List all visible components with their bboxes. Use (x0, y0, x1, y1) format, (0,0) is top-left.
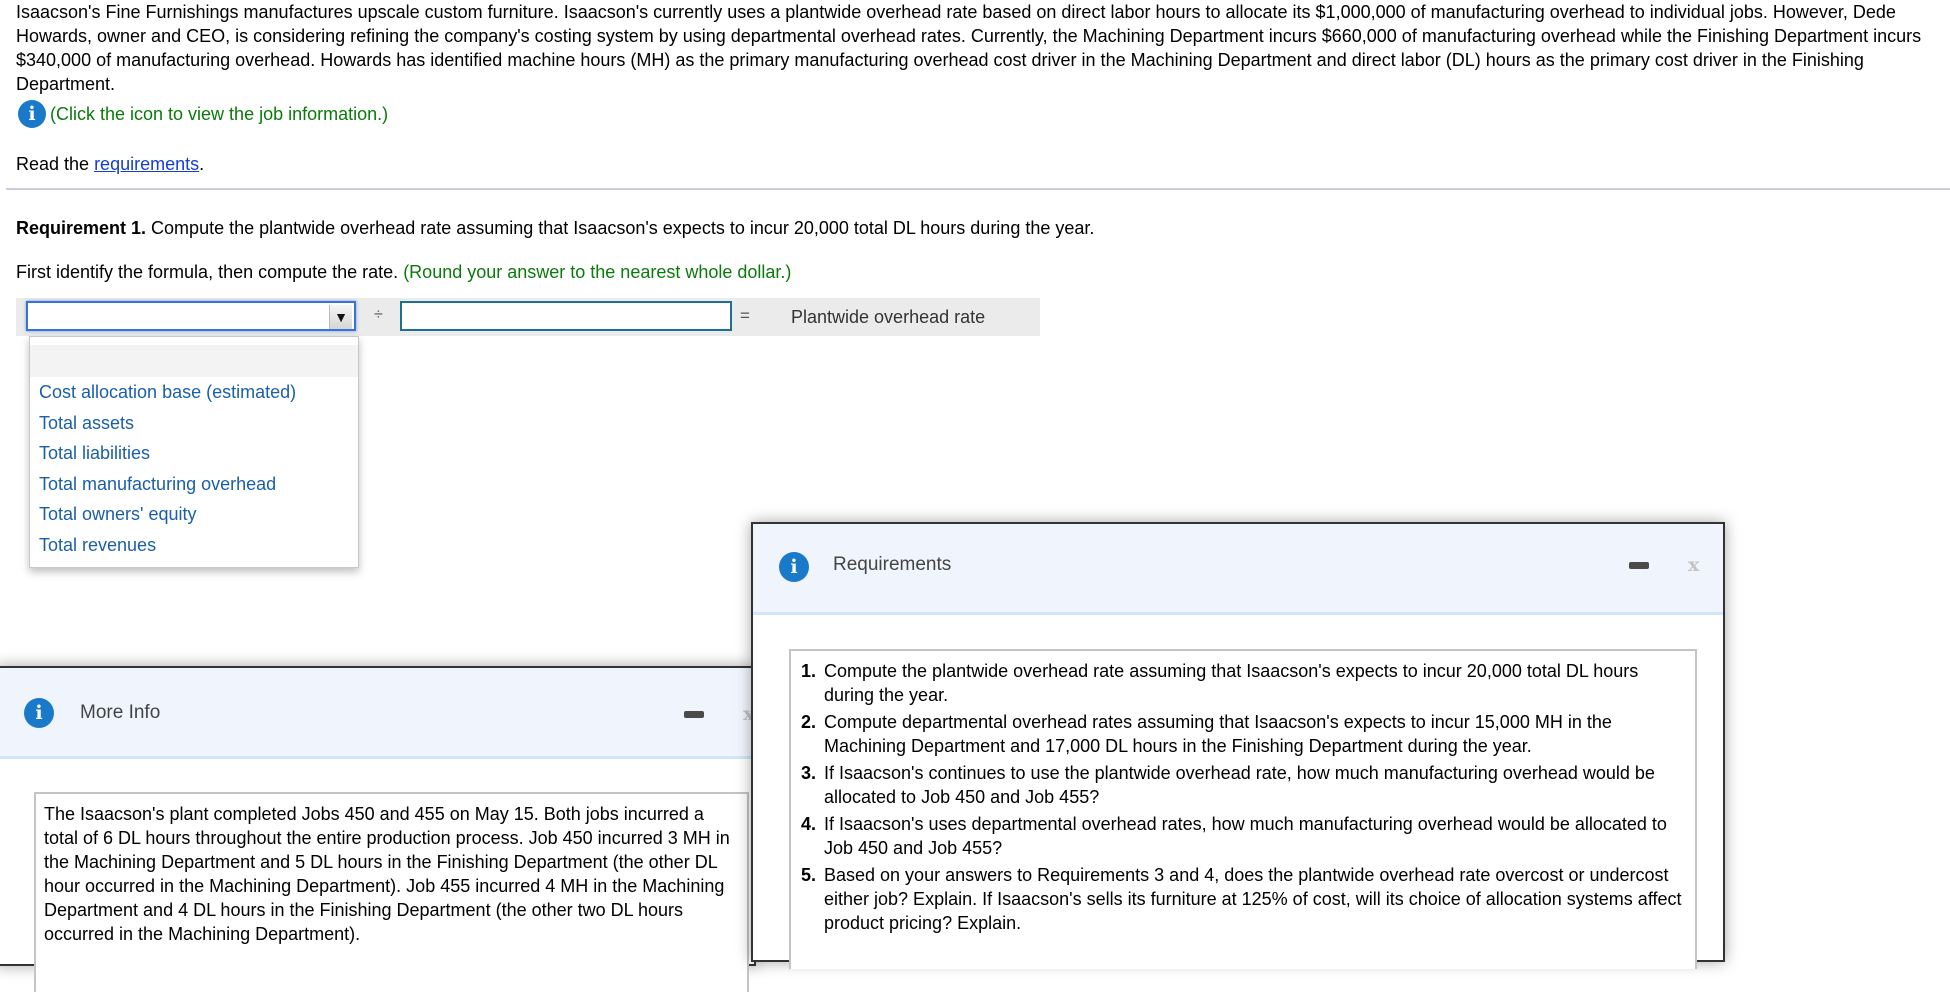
requirement-item: 3. If Isaacson's continues to use the pla… (801, 761, 1683, 809)
dropdown-option[interactable]: Total liabilities (30, 438, 358, 469)
round-hint: (Round your answer to the nearest whole … (403, 262, 792, 282)
more-info-text: The Isaacson's plant completed Jobs 450 … (44, 804, 730, 944)
dropdown-arrow-icon[interactable]: ▼ (329, 305, 352, 329)
job-info-hint-text: (Click the icon to view the job informat… (50, 103, 389, 124)
info-icon[interactable]: i (18, 100, 46, 128)
requirements-link[interactable]: requirements (94, 154, 199, 174)
info-icon: i (779, 552, 809, 582)
more-info-title: More Info (80, 702, 161, 723)
requirement-number: 1. (801, 661, 817, 681)
dropdown-option[interactable]: Total manufacturing overhead (30, 469, 358, 500)
dropdown-option[interactable]: Total revenues (30, 530, 358, 561)
requirement-item: 4. If Isaacson's uses departmental overhe… (801, 812, 1683, 860)
read-prefix: Read the (16, 154, 95, 174)
formula-result-label: Plantwide overhead rate (791, 307, 986, 327)
requirements-title: Requirements (833, 554, 952, 575)
minimize-button[interactable] (684, 711, 704, 718)
requirement-text: If Isaacson's uses departmental overhead… (824, 814, 1667, 858)
dropdown-option[interactable]: Total assets (30, 408, 358, 439)
dropdown-option[interactable]: Cost allocation base (estimated) (30, 377, 358, 408)
section-divider (6, 188, 1950, 190)
formula-instruction: First identify the formula, then compute… (16, 262, 791, 283)
numerator-select[interactable]: ▼ (26, 301, 356, 331)
requirements-header[interactable]: i Requirements x (753, 524, 1723, 615)
requirement-text: If Isaacson's continues to use the plant… (824, 763, 1655, 807)
info-icon: i (24, 698, 54, 728)
requirement-item: 1. Compute the plantwide overhead rate as… (801, 659, 1683, 707)
dropdown-option-blank[interactable] (30, 345, 358, 377)
requirements-modal: i Requirements x 1. Compute the plantwide… (751, 522, 1725, 969)
more-info-modal: i More Info x The Isaacson's plant compl… (0, 666, 756, 992)
requirement-text: Based on your answers to Requirements 3 … (824, 865, 1682, 933)
dropdown-option[interactable]: Total owners' equity (30, 499, 358, 530)
problem-statement: Isaacson's Fine Furnishings manufactures… (16, 2, 1922, 94)
formula-instruction-text: First identify the formula, then compute… (16, 262, 404, 282)
equals-operator: = (740, 306, 750, 325)
read-requirements-line: Read the requirements. (16, 154, 204, 175)
requirement-1-label: Requirement 1. (16, 218, 147, 238)
requirement-1: Requirement 1. Compute the plantwide ove… (16, 218, 1094, 239)
requirement-text: Compute the plantwide overhead rate assu… (824, 661, 1639, 705)
minimize-button[interactable] (1629, 562, 1649, 569)
requirements-list: 1. Compute the plantwide overhead rate as… (791, 651, 1695, 935)
more-info-header[interactable]: i More Info x (0, 668, 754, 759)
requirement-item: 2. Compute departmental overhead rates as… (801, 710, 1683, 758)
requirement-1-text: Compute the plantwide overhead rate assu… (146, 218, 1095, 238)
divide-operator: ÷ (374, 306, 383, 323)
more-info-body: The Isaacson's plant completed Jobs 450 … (34, 792, 749, 992)
numerator-dropdown-menu: Cost allocation base (estimated) Total a… (29, 336, 359, 568)
denominator-input[interactable] (400, 301, 732, 331)
requirement-item: 5. Based on your answers to Requirements … (801, 863, 1683, 935)
requirement-number: 4. (801, 814, 817, 834)
read-suffix: . (199, 154, 205, 174)
requirement-number: 3. (801, 763, 817, 783)
requirement-number: 2. (801, 712, 817, 732)
requirement-text: Compute departmental overhead rates assu… (824, 712, 1612, 756)
formula-row: ▼ ÷ = Plantwide overhead rate (16, 298, 1040, 336)
job-info-hint: i (Click the icon to view the job inform… (18, 100, 388, 128)
requirements-body: 1. Compute the plantwide overhead rate as… (789, 649, 1697, 969)
close-button[interactable]: x (1688, 554, 1699, 576)
requirement-number: 5. (801, 865, 817, 885)
